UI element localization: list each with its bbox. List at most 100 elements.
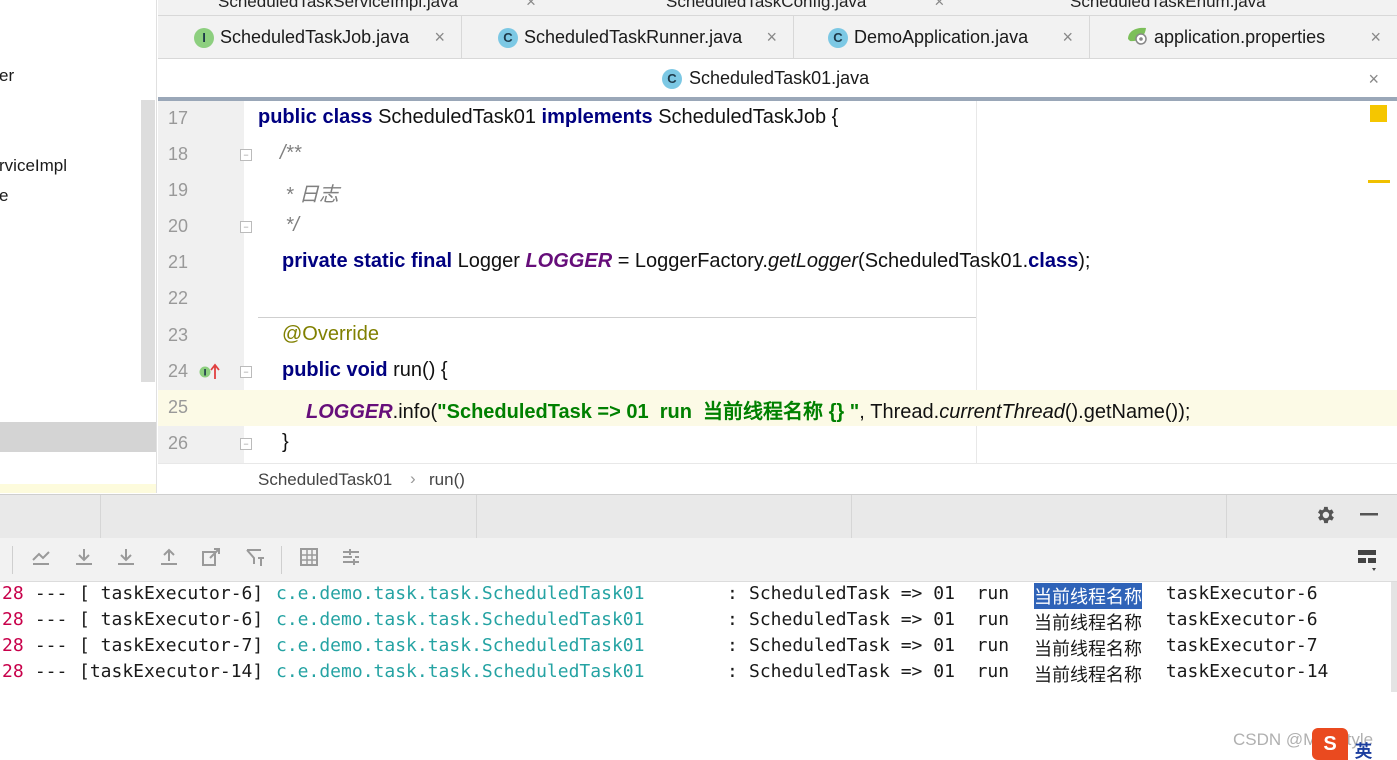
console-toolbar: [0, 538, 1397, 582]
download-icon[interactable]: [73, 546, 95, 574]
code-text: * 日志: [280, 184, 339, 206]
close-icon[interactable]: ×: [1062, 27, 1073, 48]
run-tool-window-header: [0, 494, 1397, 539]
tab-label: ScheduledTaskJob.java: [220, 27, 410, 47]
minimize-icon[interactable]: [1358, 503, 1380, 532]
log-line[interactable]: 28 --- [ taskExecutor-6] c.e.demo.task.t…: [0, 609, 1318, 635]
line-number: 18: [167, 144, 188, 164]
line-number: 20: [167, 216, 188, 236]
tab-label: ScheduledTaskEnum.java: [1070, 0, 1266, 11]
tab-scheduled-task-runner[interactable]: C ScheduledTaskRunner.java ×: [462, 16, 794, 59]
code-line[interactable]: 26 − }: [158, 426, 1397, 462]
line-number: 23: [167, 325, 188, 345]
code-line[interactable]: 21 private static final Logger LOGGER = …: [158, 245, 1397, 281]
close-icon[interactable]: ×: [934, 0, 944, 12]
code-line[interactable]: 24 I − public void run() {: [158, 354, 1397, 390]
tab-scheduled-task-enum[interactable]: ScheduledTaskEnum.java: [1070, 0, 1266, 15]
format-icon[interactable]: [340, 546, 362, 574]
selected-text: 当前线程名称: [1034, 583, 1142, 609]
fold-icon[interactable]: −: [240, 221, 252, 233]
ide-window: er rviceImpl e ScheduledTaskServiceImpl.…: [0, 0, 1397, 760]
upload-icon[interactable]: [158, 546, 180, 574]
tab-application-properties[interactable]: application.properties ×: [1090, 16, 1397, 59]
project-scrollbar[interactable]: [141, 100, 155, 382]
console-scrollbar[interactable]: [1391, 582, 1397, 692]
line-number: 17: [167, 108, 188, 128]
code-text: }: [282, 431, 289, 453]
breadcrumb-separator: ›: [410, 469, 416, 488]
code-line[interactable]: 18 − /**: [158, 137, 1397, 173]
header-divider: [100, 495, 101, 539]
class-icon: C: [662, 68, 682, 89]
warning-marker[interactable]: [1370, 105, 1387, 122]
close-icon[interactable]: ×: [1368, 69, 1379, 90]
error-stripe-marker[interactable]: [1368, 180, 1390, 183]
tab-label: ScheduledTaskServiceImpl.java: [218, 0, 459, 11]
code-line[interactable]: 17 public class ScheduledTask01 implemen…: [158, 101, 1397, 137]
tab-scheduled-task-job[interactable]: I ScheduledTaskJob.java ×: [158, 16, 462, 59]
tree-item[interactable]: e: [0, 186, 8, 206]
toolbar-divider: [12, 546, 13, 574]
line-number: 19: [167, 180, 188, 200]
log-line[interactable]: 28 --- [taskExecutor-14] c.e.demo.task.t…: [0, 661, 1328, 687]
code-text: /**: [280, 142, 302, 164]
header-divider: [851, 495, 852, 539]
console-output[interactable]: 28 --- [ taskExecutor-6] c.e.demo.task.t…: [0, 582, 1397, 760]
tab-label: ScheduledTask01.java: [689, 68, 870, 88]
code-line[interactable]: 20 − */: [158, 209, 1397, 245]
fold-icon[interactable]: −: [240, 438, 252, 450]
tree-item[interactable]: rviceImpl: [0, 156, 67, 176]
code-text: LOGGER.info("ScheduledTask => 01 run 当前线…: [306, 401, 1191, 423]
header-divider: [476, 495, 477, 539]
code-line[interactable]: 19 * 日志: [158, 173, 1397, 209]
tab-label: ScheduledTaskConfig.java: [666, 0, 867, 11]
tab-scheduled-task-service-impl[interactable]: ScheduledTaskServiceImpl.java ×: [218, 0, 536, 15]
scroll-to-end-icon[interactable]: [30, 546, 52, 574]
project-panel: er rviceImpl e: [0, 0, 157, 493]
breadcrumb-class[interactable]: ScheduledTask01: [258, 470, 392, 490]
table-icon[interactable]: [298, 546, 320, 574]
export-icon[interactable]: [200, 546, 222, 574]
close-icon[interactable]: ×: [766, 27, 777, 48]
ime-logo-icon[interactable]: S: [1312, 728, 1348, 760]
code-line[interactable]: 23 @Override: [158, 318, 1397, 354]
log-line[interactable]: 28 --- [ taskExecutor-6] c.e.demo.task.t…: [0, 583, 1318, 609]
code-text: @Override: [282, 323, 379, 345]
close-icon[interactable]: ×: [1370, 27, 1381, 48]
code-line[interactable]: 22: [158, 281, 1397, 317]
interface-icon: I: [194, 27, 214, 48]
gear-icon[interactable]: [1314, 504, 1336, 532]
tab-demo-application[interactable]: C DemoApplication.java ×: [794, 16, 1090, 59]
header-divider: [1226, 495, 1227, 539]
tree-selected-row[interactable]: [0, 422, 156, 452]
fold-icon[interactable]: −: [240, 366, 252, 378]
class-icon: C: [498, 27, 518, 48]
line-number: 21: [167, 252, 188, 272]
code-line-current[interactable]: 25 LOGGER.info("ScheduledTask => 01 run …: [158, 390, 1397, 426]
tab-row: I ScheduledTaskJob.java × C ScheduledTas…: [158, 16, 1397, 59]
breadcrumb-method[interactable]: run(): [429, 470, 465, 490]
code-text: public class ScheduledTask01 implements …: [258, 106, 839, 128]
close-icon[interactable]: ×: [434, 27, 445, 48]
download-all-icon[interactable]: [115, 546, 137, 574]
ime-language-indicator[interactable]: 英: [1355, 737, 1372, 760]
log-line[interactable]: 28 --- [ taskExecutor-7] c.e.demo.task.t…: [0, 635, 1318, 661]
fold-icon[interactable]: −: [240, 149, 252, 161]
line-number: 22: [167, 288, 188, 308]
code-text: */: [280, 214, 299, 236]
line-number: 25: [167, 397, 188, 417]
layout-options-icon[interactable]: [1356, 547, 1380, 579]
code-editor[interactable]: 17 public class ScheduledTask01 implemen…: [158, 101, 1397, 463]
toolbar-divider: [281, 546, 282, 574]
spring-boot-class-icon: C: [828, 27, 848, 48]
tree-item[interactable]: er: [0, 66, 14, 86]
close-icon[interactable]: ×: [526, 0, 536, 12]
implements-method-icon[interactable]: I: [199, 362, 221, 385]
tab-scheduled-task-config[interactable]: ScheduledTaskConfig.java ×: [666, 0, 944, 15]
spring-properties-icon: [1126, 25, 1148, 50]
filter-icon[interactable]: [244, 546, 266, 574]
tab-scheduled-task01[interactable]: C ScheduledTask01.java: [662, 68, 869, 89]
tab-label: application.properties: [1154, 27, 1326, 47]
tab-label: ScheduledTaskRunner.java: [524, 27, 743, 47]
watermark: CSDN @My_Style: [1233, 730, 1374, 749]
